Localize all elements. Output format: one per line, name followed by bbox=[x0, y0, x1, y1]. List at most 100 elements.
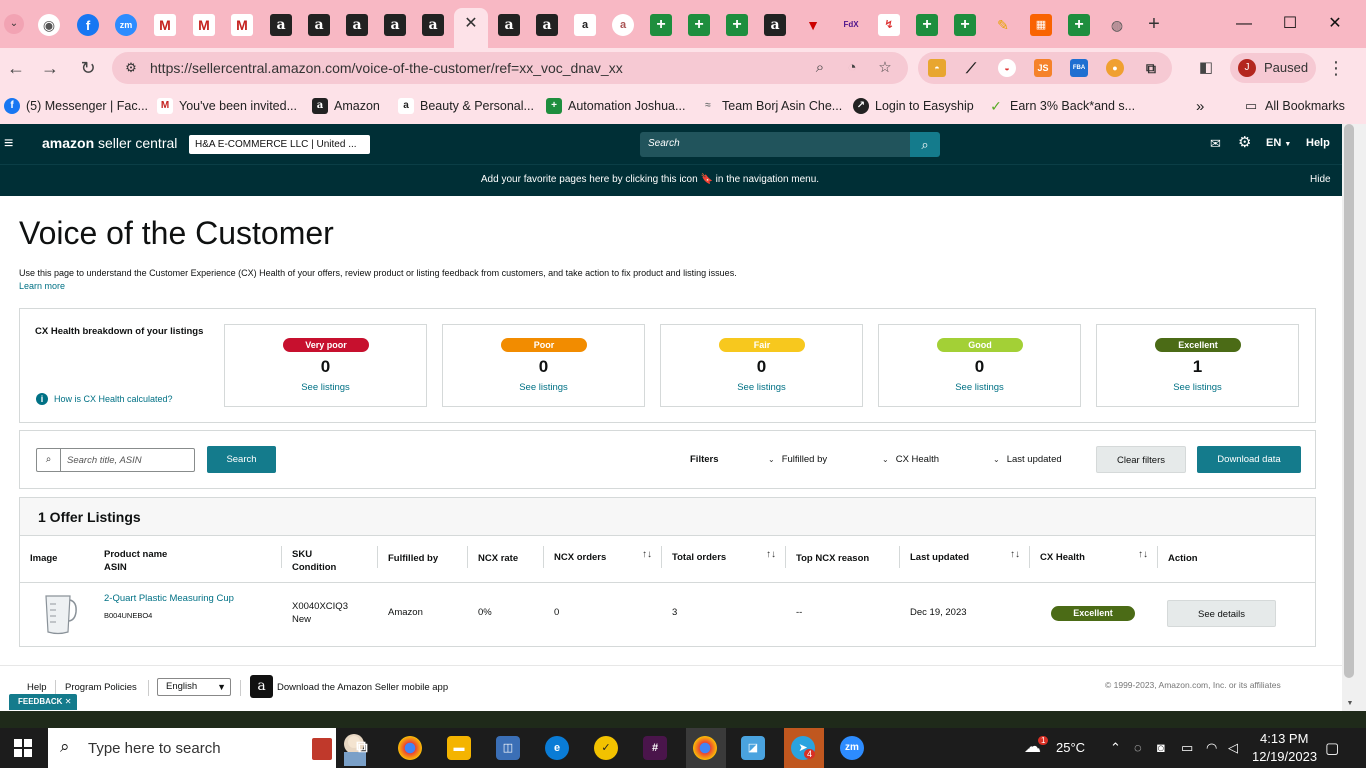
extension-cake-icon[interactable]: ◓ bbox=[928, 59, 946, 77]
windows-start-icon[interactable] bbox=[14, 739, 32, 757]
zoom-lens-icon[interactable]: ⌕ bbox=[810, 58, 830, 78]
extensions-puzzle-icon[interactable]: ⧉ bbox=[1142, 59, 1160, 77]
header-search-input[interactable]: Search bbox=[640, 132, 912, 157]
amazon-icon[interactable]: a bbox=[422, 14, 444, 36]
extension-pokeball-icon[interactable]: ◒ bbox=[998, 59, 1016, 77]
notes-icon[interactable]: ◪ bbox=[741, 736, 765, 760]
amazon-icon[interactable]: a bbox=[764, 14, 786, 36]
notifications-icon[interactable]: ▢ bbox=[1325, 739, 1339, 757]
help-link[interactable]: Help bbox=[1306, 137, 1330, 149]
tab-search-chevron-icon[interactable]: ⌄ bbox=[4, 14, 24, 34]
taskbar-search[interactable]: ⌕ Type here to search bbox=[48, 728, 366, 768]
extension-js-icon[interactable]: JS bbox=[1034, 59, 1052, 77]
all-bookmarks[interactable]: ▭ All Bookmarks bbox=[1243, 97, 1345, 115]
fedex-icon[interactable]: FdX bbox=[840, 14, 862, 36]
product-name-link[interactable]: 2-Quart Plastic Measuring Cup bbox=[104, 593, 234, 604]
download-data-button[interactable]: Download data bbox=[1197, 446, 1301, 473]
gear-icon[interactable]: ⚙ bbox=[1238, 134, 1251, 152]
bookmark-item[interactable]: a Beauty & Personal... bbox=[398, 97, 534, 115]
cx-health-info-link[interactable]: i How is CX Health calculated? bbox=[36, 393, 173, 405]
bookmark-item[interactable]: ≈ Team Borj Asin Che... bbox=[700, 97, 842, 115]
battery-icon[interactable]: ▭ bbox=[1181, 740, 1193, 756]
url-text[interactable]: https://sellercentral.amazon.com/voice-o… bbox=[150, 60, 623, 76]
bookmark-item[interactable]: ✓ Earn 3% Back*and s... bbox=[988, 97, 1135, 115]
sheets-icon[interactable]: + bbox=[650, 14, 672, 36]
site-settings-icon[interactable]: ⚙ bbox=[122, 59, 140, 77]
back-icon[interactable]: ← bbox=[4, 56, 28, 80]
column-cx-health[interactable]: CX Health bbox=[1040, 551, 1085, 564]
bookmark-item[interactable]: + Automation Joshua... bbox=[546, 97, 685, 115]
globe-icon[interactable]: ◍ bbox=[1106, 14, 1128, 36]
reload-icon[interactable]: ↻ bbox=[76, 56, 100, 80]
see-listings-link[interactable]: See listings bbox=[443, 382, 644, 393]
chrome-icon[interactable]: ◉ bbox=[38, 14, 60, 36]
cx-health-dropdown[interactable]: ⌄ CX Health bbox=[882, 454, 939, 465]
triangle-icon[interactable]: ▼ bbox=[802, 14, 824, 36]
zoom-icon[interactable]: zm bbox=[840, 736, 864, 760]
sheets-icon[interactable]: + bbox=[1068, 14, 1090, 36]
facebook-icon[interactable]: f bbox=[77, 14, 99, 36]
hamburger-menu-icon[interactable]: ≡ bbox=[4, 134, 20, 154]
browser-menu-icon[interactable]: ⋮ bbox=[1324, 56, 1348, 80]
bookmark-item[interactable]: ↗ Login to Easyship bbox=[853, 97, 974, 115]
amazon-icon[interactable]: a bbox=[308, 14, 330, 36]
column-total-orders[interactable]: Total orders bbox=[672, 551, 726, 564]
zoom-icon[interactable]: zm bbox=[115, 14, 137, 36]
mobile-app-link[interactable]: Download the Amazon Seller mobile app bbox=[277, 682, 448, 693]
amazon-icon[interactable]: a bbox=[346, 14, 368, 36]
sort-icon[interactable]: ↑↓ bbox=[766, 549, 776, 560]
sheets-icon[interactable]: + bbox=[726, 14, 748, 36]
temperature[interactable]: 25°C bbox=[1056, 740, 1085, 755]
sort-icon[interactable]: ↑↓ bbox=[642, 549, 652, 560]
account-switcher[interactable]: H&A E-COMMERCE LLC | United ... bbox=[189, 135, 370, 154]
address-bar[interactable]: ⚙ https://sellercentral.amazon.com/voice… bbox=[112, 52, 908, 84]
language-selector[interactable]: EN ▼ bbox=[1266, 137, 1291, 149]
sort-icon[interactable]: ↑↓ bbox=[1010, 549, 1020, 560]
see-details-button[interactable]: See details bbox=[1167, 600, 1276, 627]
task-view-icon[interactable]: ⧉ bbox=[350, 736, 374, 760]
extension-fba-icon[interactable]: FBA bbox=[1070, 59, 1088, 77]
amazon-icon[interactable]: a bbox=[384, 14, 406, 36]
scroll-down-icon[interactable]: ▼ bbox=[1344, 700, 1356, 707]
edge-icon[interactable]: e bbox=[545, 736, 569, 760]
hide-banner-button[interactable]: Hide bbox=[1310, 174, 1331, 185]
homedepot-icon[interactable]: ▦ bbox=[1030, 14, 1052, 36]
side-panel-icon[interactable]: ◧ bbox=[1194, 56, 1218, 80]
close-icon[interactable]: ✕ bbox=[65, 697, 72, 706]
more-bookmarks-icon[interactable]: » bbox=[1196, 97, 1204, 115]
listing-search-input[interactable] bbox=[67, 451, 191, 469]
app-icon[interactable]: ◫ bbox=[496, 736, 520, 760]
close-window-icon[interactable]: ✕ bbox=[1323, 12, 1347, 36]
seller-central-logo[interactable]: amazon seller central bbox=[42, 135, 177, 151]
tab-close-icon[interactable]: ✕ bbox=[462, 14, 480, 34]
performance-icon[interactable]: ◔ bbox=[842, 58, 862, 78]
clock-time[interactable]: 4:13 PM bbox=[1260, 731, 1308, 746]
clock-date[interactable]: 12/19/2023 bbox=[1252, 749, 1317, 764]
feedback-button[interactable]: FEEDBACK ✕ bbox=[9, 694, 77, 710]
bookmark-star-icon[interactable]: ☆ bbox=[875, 58, 895, 78]
search-icon[interactable]: ⌕ bbox=[910, 132, 940, 157]
fulfilled-by-dropdown[interactable]: ⌄ Fulfilled by bbox=[768, 454, 827, 465]
chevron-up-icon[interactable]: ⌃ bbox=[1110, 740, 1121, 756]
column-ncx-orders[interactable]: NCX orders bbox=[554, 551, 606, 564]
amazon-icon[interactable]: a bbox=[498, 14, 520, 36]
footer-help-link[interactable]: Help bbox=[27, 682, 47, 693]
pencil-icon[interactable]: ✎ bbox=[992, 14, 1014, 36]
sheets-icon[interactable]: + bbox=[954, 14, 976, 36]
see-listings-link[interactable]: See listings bbox=[879, 382, 1080, 393]
bookmark-item[interactable]: f (5) Messenger | Fac... bbox=[4, 97, 148, 115]
chrome-icon[interactable] bbox=[398, 736, 422, 760]
extension-arrow-icon[interactable]: ⟋ bbox=[962, 59, 980, 77]
column-last-updated[interactable]: Last updated bbox=[910, 551, 969, 564]
extension-orange-icon[interactable]: ● bbox=[1106, 59, 1124, 77]
gmail-icon[interactable]: M bbox=[231, 14, 253, 36]
maximize-icon[interactable]: ☐ bbox=[1278, 12, 1302, 36]
product-thumbnail[interactable] bbox=[38, 592, 78, 636]
minimize-icon[interactable]: — bbox=[1232, 12, 1256, 36]
footer-language-select[interactable]: English ▼ bbox=[157, 678, 231, 696]
amazon-icon[interactable]: a bbox=[536, 14, 558, 36]
bookmark-item[interactable]: M You've been invited... bbox=[157, 97, 297, 115]
mail-icon[interactable]: ✉ bbox=[1210, 135, 1221, 153]
sheets-icon[interactable]: + bbox=[688, 14, 710, 36]
page-scrollbar[interactable]: ▲ ▼ bbox=[1342, 124, 1366, 712]
